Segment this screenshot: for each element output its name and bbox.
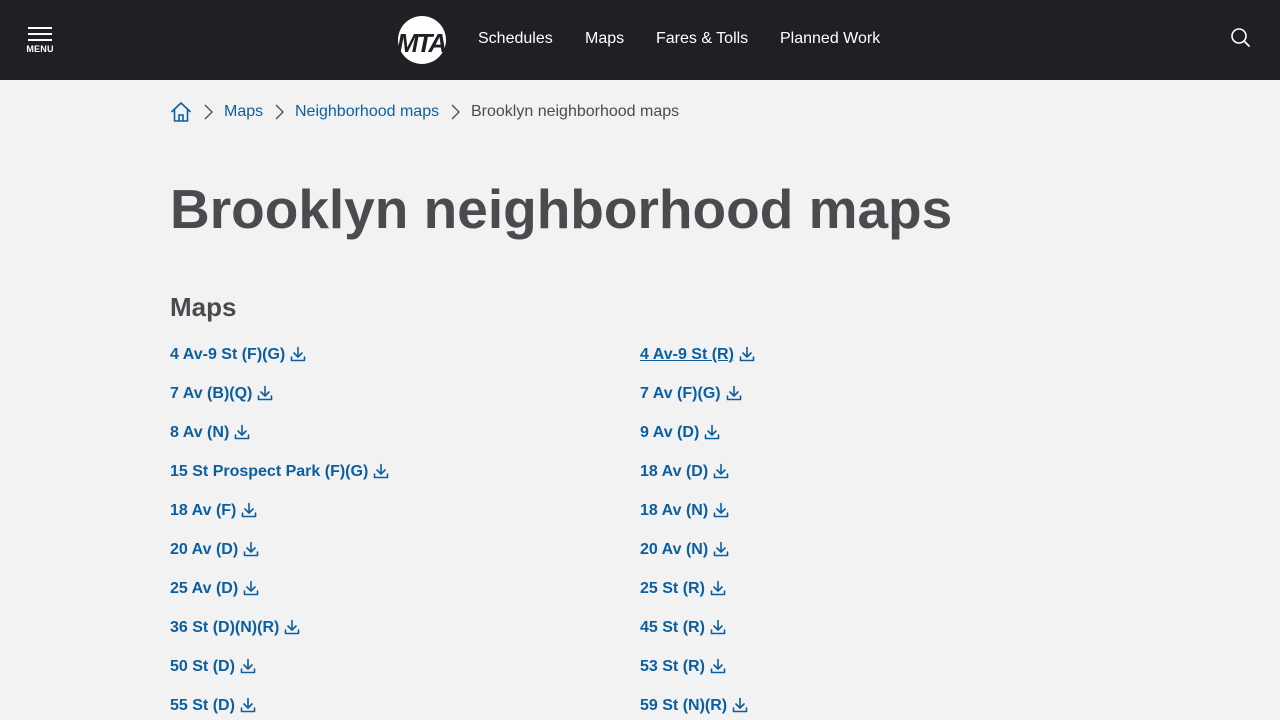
download-icon (240, 697, 256, 713)
logo-text: MTA (398, 28, 445, 58)
download-icon (290, 346, 306, 362)
download-icon (710, 658, 726, 674)
menu-label: MENU (26, 44, 54, 54)
map-link-label: 20 Av (N) (640, 541, 709, 558)
nav-schedules[interactable]: Schedules (478, 30, 553, 48)
map-link-label: 59 St (N)(R) (640, 697, 728, 714)
map-download-link[interactable]: 18 Av (F) (170, 499, 257, 523)
page-title: Brooklyn neighborhood maps (170, 178, 953, 240)
map-link-label: 4 Av-9 St (R) (640, 346, 734, 363)
download-icon (243, 541, 259, 557)
menu-button[interactable]: MENU (22, 24, 58, 58)
download-icon (240, 658, 256, 674)
map-link-label: 55 St (D) (170, 697, 235, 714)
search-icon (1231, 28, 1250, 47)
chevron-right-icon (204, 104, 213, 120)
map-link-label: 45 St (R) (640, 619, 705, 636)
map-download-link[interactable]: 8 Av (N) (170, 421, 250, 445)
map-download-link[interactable]: 9 Av (D) (640, 421, 720, 445)
chevron-right-icon (451, 104, 460, 120)
home-icon[interactable] (170, 101, 192, 123)
breadcrumb-maps[interactable]: Maps (224, 103, 263, 121)
map-download-link[interactable]: 53 St (R) (640, 655, 726, 679)
breadcrumb: Maps Neighborhood maps Brooklyn neighbor… (170, 100, 870, 124)
map-link-label: 25 Av (D) (170, 580, 239, 597)
nav-maps[interactable]: Maps (585, 30, 624, 48)
download-icon (257, 385, 273, 401)
nav-fares-tolls[interactable]: Fares & Tolls (656, 30, 748, 48)
map-download-link[interactable]: 45 St (R) (640, 616, 726, 640)
map-download-link[interactable]: 15 St Prospect Park (F)(G) (170, 460, 389, 484)
download-icon (739, 346, 755, 362)
map-download-link[interactable]: 55 St (D) (170, 694, 256, 718)
map-download-link[interactable]: 20 Av (N) (640, 538, 729, 562)
download-icon (241, 502, 257, 518)
mta-logo[interactable]: MTA (397, 16, 447, 68)
chevron-right-icon (275, 104, 284, 120)
map-link-label: 36 St (D)(N)(R) (170, 619, 280, 636)
download-icon (284, 619, 300, 635)
map-link-label: 53 St (R) (640, 658, 705, 675)
download-icon (713, 541, 729, 557)
download-icon (373, 463, 389, 479)
map-download-link[interactable]: 18 Av (N) (640, 499, 729, 523)
download-icon (713, 463, 729, 479)
download-icon (710, 580, 726, 596)
map-download-link[interactable]: 4 Av-9 St (F)(G) (170, 343, 306, 367)
top-navigation-bar: MENU MTA Schedules Maps Fares & Tolls Pl… (0, 0, 1280, 80)
map-download-link[interactable]: 36 St (D)(N)(R) (170, 616, 300, 640)
map-link-label: 18 Av (D) (640, 463, 709, 480)
map-link-label: 7 Av (F)(G) (640, 385, 721, 402)
map-download-link[interactable]: 50 St (D) (170, 655, 256, 679)
download-icon (704, 424, 720, 440)
map-link-label: 7 Av (B)(Q) (170, 385, 253, 402)
search-button[interactable] (1228, 25, 1254, 51)
map-download-link[interactable]: 25 Av (D) (170, 577, 259, 601)
breadcrumb-neighborhood-maps[interactable]: Neighborhood maps (295, 103, 439, 121)
map-download-link[interactable]: 20 Av (D) (170, 538, 259, 562)
map-link-label: 25 St (R) (640, 580, 705, 597)
map-link-label: 15 St Prospect Park (F)(G) (170, 463, 369, 480)
download-icon (713, 502, 729, 518)
map-link-label: 18 Av (F) (170, 502, 237, 519)
section-title-maps: Maps (170, 292, 237, 322)
download-icon (243, 580, 259, 596)
map-download-link[interactable]: 59 St (N)(R) (640, 694, 748, 718)
map-link-label: 18 Av (N) (640, 502, 709, 519)
map-download-link[interactable]: 4 Av-9 St (R) (640, 343, 755, 367)
download-icon (732, 697, 748, 713)
map-download-link[interactable]: 25 St (R) (640, 577, 726, 601)
map-link-label: 4 Av-9 St (F)(G) (170, 346, 286, 363)
map-link-label: 20 Av (D) (170, 541, 239, 558)
map-link-label: 8 Av (N) (170, 424, 230, 441)
map-download-link[interactable]: 7 Av (F)(G) (640, 382, 742, 406)
download-icon (710, 619, 726, 635)
map-link-label: 50 St (D) (170, 658, 235, 675)
map-download-link[interactable]: 7 Av (B)(Q) (170, 382, 273, 406)
nav-planned-work[interactable]: Planned Work (780, 30, 880, 48)
breadcrumb-current: Brooklyn neighborhood maps (471, 103, 680, 120)
download-icon (726, 385, 742, 401)
hamburger-icon (28, 27, 52, 43)
map-link-label: 9 Av (D) (640, 424, 700, 441)
map-download-link[interactable]: 18 Av (D) (640, 460, 729, 484)
download-icon (234, 424, 250, 440)
